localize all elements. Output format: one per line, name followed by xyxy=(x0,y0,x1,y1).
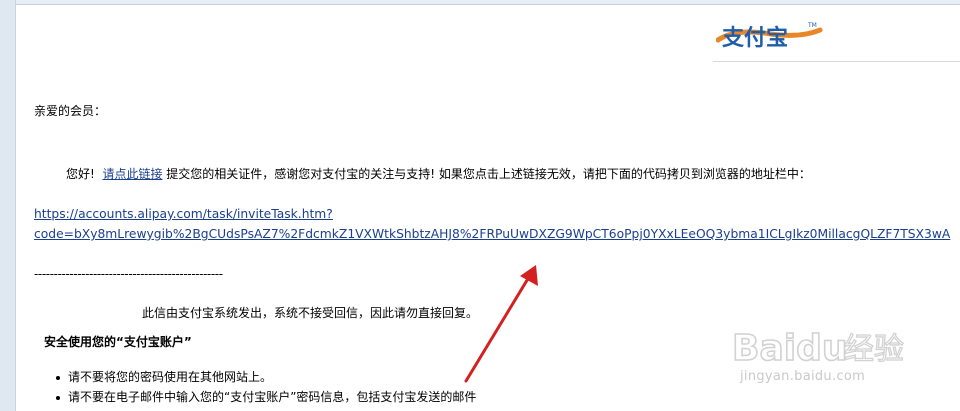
svg-text:经验: 经验 xyxy=(844,332,904,367)
red-arrow-icon xyxy=(464,265,538,383)
security-item-1: 请不要将您的密码使用在其他网站上。 xyxy=(68,370,273,384)
invite-url-line-2[interactable]: code=bXy8mLrewygib%2BgCUdsPsAZ7%2FdcmkZ1… xyxy=(34,226,950,242)
hello-text: 您好! xyxy=(66,167,95,181)
security-item-2: 请不要在电子邮件中输入您的“支付宝账户”密码信息，包括支付宝发送的邮件 xyxy=(68,390,477,404)
message-line: 您好! 请点此链接 提交您的相关证件，感谢您对支付宝的关注与支持! 如果您点击上… xyxy=(66,166,811,182)
divider-line: ----------------------------------------… xyxy=(34,267,223,281)
logo-tm: TM xyxy=(807,22,817,29)
svg-text:Baidu: Baidu xyxy=(732,328,847,369)
top-frame-rule xyxy=(16,0,960,5)
greeting: 亲爱的会员： xyxy=(34,104,107,118)
header-divider xyxy=(713,61,960,62)
security-heading: 安全使用您的“支付宝账户” xyxy=(44,335,192,349)
message-rest: 提交您的相关证件，感谢您对支付宝的关注与支持! 如果您点击上述链接无效，请把下面… xyxy=(166,167,811,181)
watermark-url: jingyan.baidu.com xyxy=(740,369,866,384)
no-reply-notice: 此信由支付宝系统发出，系统不接受回信，因此请勿直接回复。 xyxy=(142,306,479,320)
left-frame-strip xyxy=(0,0,16,411)
submit-link[interactable]: 请点此链接 xyxy=(102,167,162,181)
logo-text: 支付宝 xyxy=(722,25,788,51)
bullet-icon xyxy=(56,376,60,380)
bullet-icon xyxy=(56,396,60,400)
invite-url-line-1[interactable]: https://accounts.alipay.com/task/inviteT… xyxy=(34,206,333,222)
alipay-logo: 支付宝 TM xyxy=(716,22,823,51)
